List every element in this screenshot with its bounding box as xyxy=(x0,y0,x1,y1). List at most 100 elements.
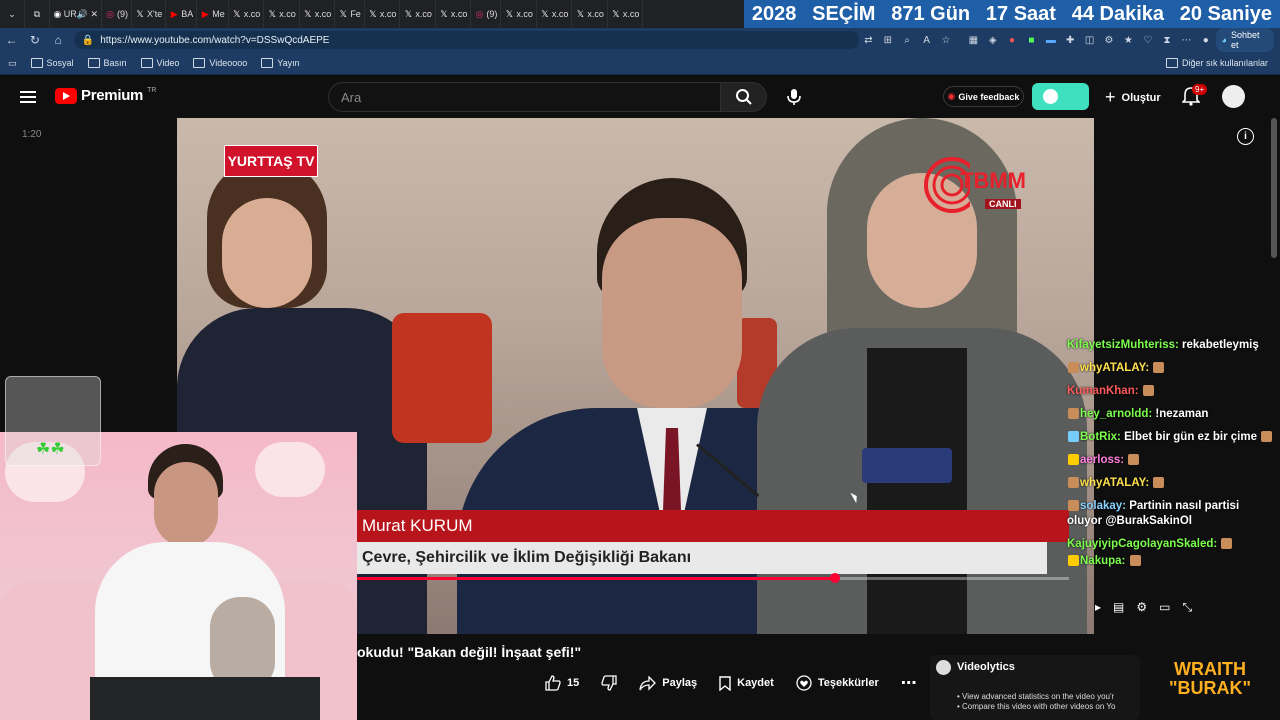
emote-icon xyxy=(1153,477,1165,489)
extensions-puzzle-icon[interactable]: ✚ xyxy=(1061,35,1080,46)
instagram-icon: ◎ xyxy=(475,9,484,19)
browser-tab-4[interactable]: ▶ BA xyxy=(166,0,198,28)
bookmarks-sidebar-icon[interactable]: ▭ xyxy=(8,58,17,69)
side-time-label: 1:20 xyxy=(22,129,42,140)
countdown-seconds: 20 Saniye xyxy=(1179,2,1273,25)
reload-icon[interactable]: ↻ xyxy=(23,33,46,47)
browser-tab-13[interactable]: ◎ (9) xyxy=(471,0,502,28)
browser-tab-5[interactable]: ▶ Me xyxy=(197,0,229,28)
x-icon: 𝕏 xyxy=(541,9,549,19)
profile-avatar-icon[interactable]: ● xyxy=(1196,35,1215,46)
read-aloud-icon[interactable]: A xyxy=(917,35,936,46)
browser-tab-1[interactable]: ◉ UR 🔊 ✕ xyxy=(50,0,102,28)
emote-icon xyxy=(1128,454,1140,466)
info-icon[interactable]: i xyxy=(1237,128,1254,145)
extension-icon[interactable]: ◈ xyxy=(983,35,1002,46)
bookmark-folder-video[interactable]: Video xyxy=(140,58,179,68)
extension-icon[interactable]: ● xyxy=(1002,35,1021,46)
browser-tab-6[interactable]: 𝕏x.co xyxy=(229,0,265,28)
extension-toggle[interactable] xyxy=(1032,83,1089,110)
extension-icon[interactable]: ▦ xyxy=(964,35,983,46)
browser-tab-9[interactable]: 𝕏 Fe xyxy=(335,0,365,28)
yurttas-tv-logo: YURTTAŞ TV xyxy=(224,145,318,177)
copilot-icon: ◕ xyxy=(1221,35,1227,45)
account-avatar[interactable] xyxy=(1222,85,1245,108)
browser-tab-10[interactable]: 𝕏x.co xyxy=(365,0,401,28)
youtube-logo[interactable]: Premium TR xyxy=(55,87,156,104)
dislike-button[interactable] xyxy=(601,675,617,691)
thanks-button[interactable]: Teşekkürler xyxy=(796,675,879,691)
subtitles-icon[interactable]: ▤ xyxy=(1113,600,1124,615)
toggle-knob xyxy=(1043,89,1058,104)
video-progress-scrubber[interactable] xyxy=(830,573,840,583)
browser-tab-15[interactable]: 𝕏x.co xyxy=(537,0,573,28)
tab-workspaces[interactable]: ⧉ xyxy=(25,0,50,28)
x-icon: 𝕏 xyxy=(369,9,377,19)
extension-icon[interactable]: ▬ xyxy=(1041,35,1060,46)
theater-mode-icon[interactable]: ▭ xyxy=(1159,600,1170,615)
bookmark-folder-basin[interactable]: Basın xyxy=(87,58,127,68)
history-icon[interactable]: ⧗ xyxy=(1157,35,1176,46)
browser-tab-17[interactable]: 𝕏x.co xyxy=(608,0,644,28)
give-feedback-button[interactable]: ◉ Give feedback xyxy=(943,86,1024,107)
url-text: https://www.youtube.com/watch?v=DSSwQcdA… xyxy=(100,34,330,46)
settings-gear-icon[interactable]: ⚙ xyxy=(1136,600,1147,615)
home-icon[interactable]: ⌂ xyxy=(47,33,70,47)
apps-icon[interactable]: ⊞ xyxy=(878,35,897,46)
thanks-heart-icon xyxy=(796,675,812,691)
search-input[interactable]: Ara xyxy=(328,82,721,112)
browser-tab-11[interactable]: 𝕏x.co xyxy=(400,0,436,28)
emote-icon xyxy=(1129,555,1141,567)
folder-icon xyxy=(87,58,100,68)
feedback-icon: ◉ xyxy=(947,91,956,101)
settings-icon[interactable]: ⚙ xyxy=(1099,35,1118,46)
bookmark-folder-sosyal[interactable]: Sosyal xyxy=(30,58,74,68)
video-progress-played xyxy=(357,577,835,580)
other-bookmarks[interactable]: Diğer sık kullanılanlar xyxy=(1165,58,1268,68)
translate-icon[interactable]: ⇄ xyxy=(859,35,878,46)
bookmark-folder-videoooo[interactable]: Videoooo xyxy=(193,58,247,68)
collections-icon[interactable]: ♡ xyxy=(1138,35,1157,46)
browser-tab-2[interactable]: ◎ (9) xyxy=(102,0,132,28)
tab-menu[interactable]: ⌄ xyxy=(0,0,25,28)
x-icon: 𝕏 xyxy=(612,9,620,19)
list-item: • Compare this video with other videos o… xyxy=(957,702,1116,711)
search-button[interactable] xyxy=(721,82,767,112)
copilot-chat-button[interactable]: ◕ Sohbet et xyxy=(1215,28,1274,52)
x-icon: 𝕏 xyxy=(440,9,448,19)
bookmark-folder-yayin[interactable]: Yayın xyxy=(261,58,300,68)
extension-icon[interactable]: ■ xyxy=(1022,35,1041,46)
play-icon[interactable]: ▸ xyxy=(1095,600,1101,615)
browser-tab-14[interactable]: 𝕏x.co xyxy=(501,0,537,28)
browser-tab-16[interactable]: 𝕏x.co xyxy=(572,0,608,28)
browser-tab-7[interactable]: 𝕏x.co xyxy=(264,0,300,28)
badge-icon xyxy=(1068,431,1079,443)
video-title: okudu! "Bakan değil! İnşaat şefi!" xyxy=(357,644,582,660)
url-field[interactable]: 🔒 https://www.youtube.com/watch?v=DSSwQc… xyxy=(73,31,859,49)
like-button[interactable]: 15 xyxy=(545,675,579,691)
bookmarks-bar: ▭ Sosyal Basın Video Videoooo Yayın Diğe… xyxy=(0,52,1280,75)
more-actions-icon[interactable]: ⋯ xyxy=(901,673,917,693)
brand-overlay-text: WRAITH "BURAK" xyxy=(1168,659,1252,698)
favorite-icon[interactable]: ☆ xyxy=(936,35,955,46)
emote-icon xyxy=(1261,431,1273,443)
back-icon[interactable]: ← xyxy=(0,33,23,47)
youtube-play-icon xyxy=(55,87,77,104)
fullscreen-icon[interactable]: ⤡ xyxy=(1182,600,1192,615)
split-screen-icon[interactable]: ◫ xyxy=(1080,35,1099,46)
badge-icon xyxy=(1068,408,1079,420)
hello-kitty-wall-decoration xyxy=(255,442,325,497)
create-button[interactable]: + Oluştur xyxy=(1105,87,1161,108)
zoom-icon[interactable]: ⌕ xyxy=(898,35,917,46)
share-button[interactable]: Paylaş xyxy=(639,675,697,691)
browser-tab-12[interactable]: 𝕏x.co xyxy=(436,0,472,28)
voice-search-button[interactable] xyxy=(783,86,805,108)
favorites-list-icon[interactable]: ★ xyxy=(1119,35,1138,46)
browser-tab-8[interactable]: 𝕏x.co xyxy=(300,0,336,28)
browser-tab-3[interactable]: 𝕏 X'te xyxy=(132,0,167,28)
save-button[interactable]: Kaydet xyxy=(719,675,774,691)
page-scrollbar[interactable] xyxy=(1271,118,1277,258)
menu-icon[interactable] xyxy=(20,89,38,103)
more-icon[interactable]: ⋯ xyxy=(1177,35,1196,46)
chat-message: whyATALAY: xyxy=(1067,361,1277,376)
